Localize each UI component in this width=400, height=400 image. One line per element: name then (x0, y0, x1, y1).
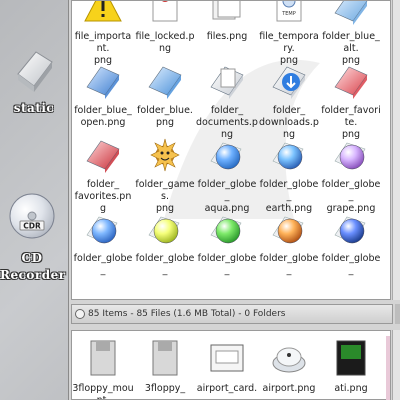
folder-blue-open-icon (83, 61, 123, 101)
status-text: 85 Items - 85 Files (1.6 MB Total) - 0 F… (88, 309, 286, 319)
status-indicator-icon (75, 309, 85, 319)
folder-favorites-icon (83, 135, 123, 175)
file-name: folder_globe_ (259, 253, 319, 276)
file-name: ati.png (334, 383, 368, 394)
folder-games-icon (145, 135, 185, 175)
status-bar-resize[interactable] (395, 304, 400, 324)
cd-disc-icon: CDR (9, 193, 55, 239)
airport-icon (269, 339, 309, 379)
locked-file-icon (145, 1, 185, 27)
file-name: folder_globe_ (73, 253, 133, 276)
file-name: airport.png (262, 383, 316, 394)
floppy-mount-icon (83, 339, 123, 379)
desktop-icon-label: static (13, 101, 55, 115)
file-name: folder_blue_ open.png (74, 105, 132, 128)
folder-globe-grape-icon (331, 135, 371, 175)
file-item[interactable]: folder_ favorites.png (72, 135, 134, 215)
file-name: file_locked.png (135, 31, 195, 54)
file-name: 3floppy_ (144, 383, 186, 394)
status-bar: 85 Items - 85 Files (1.6 MB Total) - 0 F… (71, 304, 393, 324)
folder-blue-alt-icon (331, 1, 371, 27)
folder-globe-icon (83, 209, 123, 249)
file-item[interactable]: folder_globe_ (72, 209, 134, 277)
vertical-scrollbar[interactable] (392, 0, 400, 300)
desktop-icon-label-line2: Recorder (0, 268, 66, 282)
folder-documents-icon (207, 61, 247, 101)
file-item[interactable]: file_locked.png (134, 1, 196, 55)
file-item[interactable]: folder_globe_ (320, 209, 382, 277)
desktop-icon-cd-recorder[interactable]: CDR CD Recorder (0, 190, 66, 284)
airport-card-icon (207, 339, 247, 379)
file-item[interactable]: TEMP file_temporary. png (258, 1, 320, 67)
file-item[interactable]: folder_globe_ (196, 209, 258, 277)
window-edge (386, 336, 390, 400)
folder-globe-aqua-icon (207, 135, 247, 175)
folder-globe-earth-icon (269, 135, 309, 175)
file-item[interactable]: 3floppy_ (134, 339, 196, 395)
temp-file-icon: TEMP (269, 1, 309, 27)
file-name: folder_globe_ (321, 253, 381, 276)
file-item[interactable]: folder_blue_alt. png (320, 1, 382, 67)
file-item[interactable]: airport.png (258, 339, 320, 395)
folder-globe-orange-icon (269, 209, 309, 249)
file-icon-pane[interactable]: file_important. png file_locked.png files.p… (71, 0, 391, 300)
files-icon (207, 1, 247, 27)
folder-favorite-icon (331, 61, 371, 101)
folder-blue-icon (145, 61, 185, 101)
warning-icon (83, 1, 123, 27)
file-item[interactable]: folder_globe_ (134, 209, 196, 277)
folder-globe-green-icon (207, 209, 247, 249)
desktop-icon-label-line1: CD (21, 251, 43, 265)
file-name: folder_blue. png (137, 105, 193, 128)
floppy-icon (145, 339, 185, 379)
cd-badge-text: CDR (23, 222, 41, 231)
file-item[interactable]: folder_globe_ (258, 209, 320, 277)
file-name: folder_globe_ (197, 253, 257, 276)
file-item[interactable]: folder_globe_ aqua.png (196, 135, 258, 215)
folder-globe-navy-icon (331, 209, 371, 249)
file-item[interactable]: airport_card. (196, 339, 258, 395)
file-name: airport_card. (196, 383, 258, 394)
file-item[interactable]: folder_globe_ grape.png (320, 135, 382, 215)
file-item[interactable]: folder_blue. png (134, 61, 196, 129)
file-item[interactable]: folder_blue_ open.png (72, 61, 134, 129)
file-name: folder_globe_ (135, 253, 195, 276)
file-browser-window: file_important. png file_locked.png files.p… (68, 0, 400, 400)
file-item[interactable]: folder_globe_ earth.png (258, 135, 320, 215)
folder-globe-lime-icon (145, 209, 185, 249)
secondary-vertical-scrollbar[interactable] (392, 330, 400, 400)
file-name: files.png (206, 31, 248, 42)
file-item[interactable]: file_important. png (72, 1, 134, 67)
ati-card-icon (331, 339, 371, 379)
file-item[interactable]: ati.png (320, 339, 382, 395)
file-item[interactable]: folder_ documents.png (196, 61, 258, 141)
file-item[interactable]: folder_ downloads.png (258, 61, 320, 141)
file-item[interactable]: folder_games. png (134, 135, 196, 215)
file-name: 3floppy_mount. (72, 383, 134, 399)
file-item[interactable]: 3floppy_mount. (72, 339, 134, 399)
static-drive-icon (17, 51, 53, 92)
secondary-file-pane[interactable]: 3floppy_mount. 3floppy_ airport_card. airpo… (71, 330, 391, 400)
desktop-icon-static[interactable]: static (2, 44, 66, 117)
file-item[interactable]: files.png (196, 1, 258, 43)
file-item[interactable]: folder_favorite. png (320, 61, 382, 141)
svg-text:TEMP: TEMP (281, 11, 296, 17)
folder-downloads-icon (269, 61, 309, 101)
